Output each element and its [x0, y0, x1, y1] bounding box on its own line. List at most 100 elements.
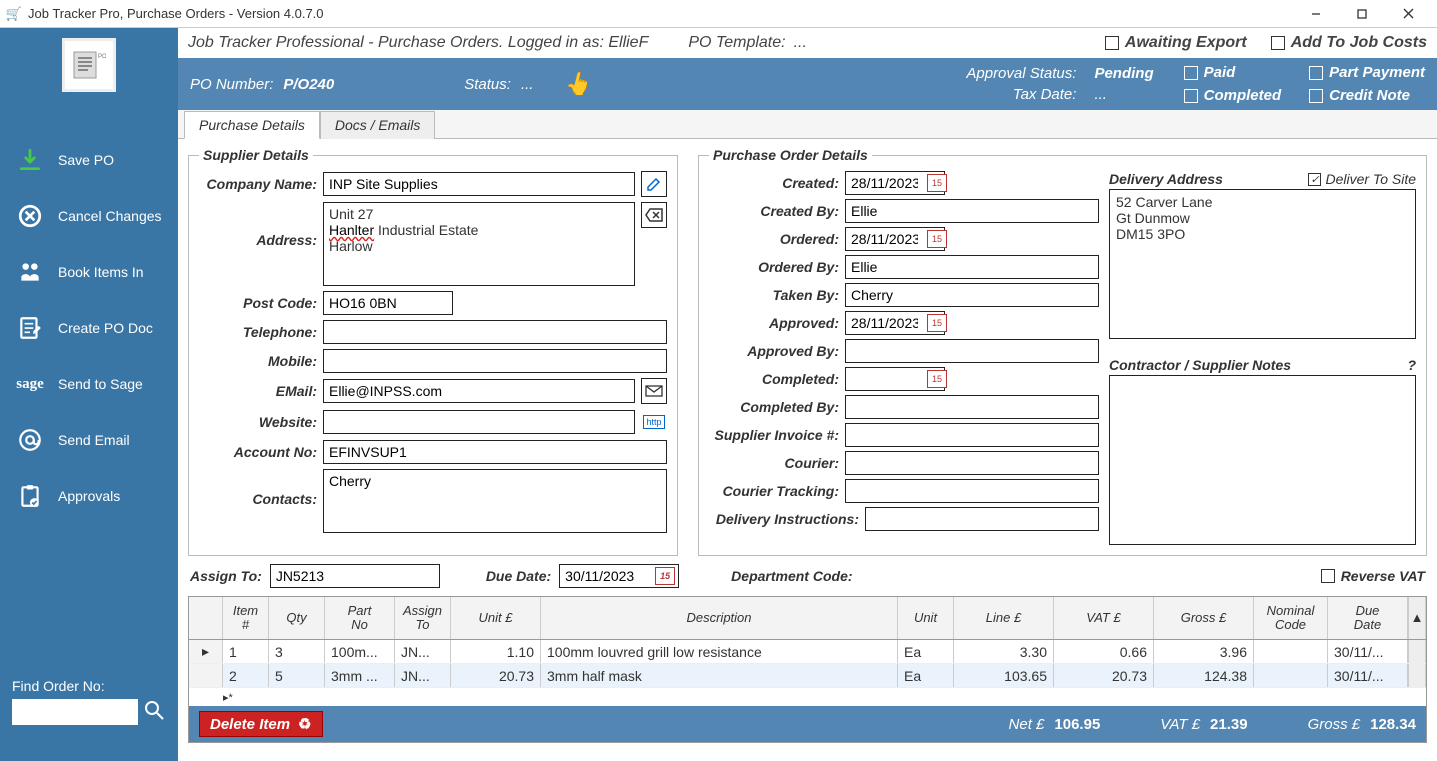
supinv-input[interactable] — [845, 423, 1099, 447]
sidebar-item-label: Approvals — [58, 488, 120, 504]
completed-label: Completed: — [709, 371, 839, 387]
created-input[interactable] — [845, 171, 945, 195]
col-item[interactable]: Item # — [223, 597, 269, 639]
completed-checkbox[interactable]: Completed — [1184, 87, 1282, 104]
awaiting-export-checkbox[interactable]: Awaiting Export — [1105, 34, 1247, 52]
createdby-label: Created By: — [709, 203, 839, 219]
col-due[interactable]: Due Date — [1328, 597, 1408, 639]
sidebar-item-send-to-sage[interactable]: sage Send to Sage — [0, 356, 178, 412]
approved-input[interactable] — [845, 311, 945, 335]
courier-input[interactable] — [845, 451, 1099, 475]
app-logo: PO — [62, 38, 116, 92]
clipboard-check-icon — [16, 482, 44, 510]
sidebar-item-send-email[interactable]: Send Email — [0, 412, 178, 468]
due-date-input[interactable] — [559, 564, 679, 588]
completed-input[interactable] — [845, 367, 945, 391]
scrollbar[interactable]: ▲ — [1408, 597, 1426, 639]
sidebar-item-book-items-in[interactable]: Book Items In — [0, 244, 178, 300]
col-vat[interactable]: VAT £ — [1054, 597, 1154, 639]
search-icon[interactable] — [142, 698, 166, 725]
clear-address-icon[interactable] — [641, 202, 667, 228]
col-unit-price[interactable]: Unit £ — [451, 597, 541, 639]
company-name-input[interactable] — [323, 172, 635, 196]
takenby-input[interactable] — [845, 283, 1099, 307]
email-icon[interactable] — [641, 378, 667, 404]
orderedby-label: Ordered By: — [709, 259, 839, 275]
minimize-button[interactable] — [1293, 0, 1339, 28]
new-row-marker[interactable]: ▸* — [189, 688, 1426, 706]
col-assign[interactable]: Assign To — [395, 597, 451, 639]
delivery-address-box[interactable]: 52 Carver Lane Gt Dunmow DM15 3PO — [1109, 189, 1416, 339]
completedby-input[interactable] — [845, 395, 1099, 419]
vat-value: 21.39 — [1210, 716, 1248, 733]
po-template-value[interactable]: ... — [794, 34, 807, 52]
col-line[interactable]: Line £ — [954, 597, 1054, 639]
sidebar: PO Save PO Cancel Changes Book Items In … — [0, 28, 178, 761]
mobile-input[interactable] — [323, 349, 667, 373]
address-input[interactable]: Unit 27 Hanlter Industrial Estate Harlow — [323, 202, 635, 286]
po-legend: Purchase Order Details — [709, 147, 872, 163]
sidebar-item-create-po-doc[interactable]: Create PO Doc — [0, 300, 178, 356]
col-unit[interactable]: Unit — [898, 597, 954, 639]
sidebar-item-save-po[interactable]: Save PO — [0, 132, 178, 188]
deliver-to-site-checkbox[interactable]: ✓ Deliver To Site — [1308, 171, 1416, 187]
sidebar-item-label: Create PO Doc — [58, 320, 153, 336]
cancel-icon — [16, 202, 44, 230]
maximize-button[interactable] — [1339, 0, 1385, 28]
approvedby-input[interactable] — [845, 339, 1099, 363]
header-bar: Job Tracker Professional - Purchase Orde… — [178, 28, 1437, 58]
takenby-label: Taken By: — [709, 287, 839, 303]
po-number-label: PO Number: — [190, 76, 273, 93]
postcode-input[interactable] — [323, 291, 453, 315]
col-description[interactable]: Description — [541, 597, 898, 639]
col-gross[interactable]: Gross £ — [1154, 597, 1254, 639]
table-row[interactable]: ▸ 1 3 100m... JN... 1.10 100mm louvred g… — [189, 640, 1426, 664]
contacts-input[interactable]: Cherry — [323, 469, 667, 533]
delete-item-button[interactable]: Delete Item ♻ — [199, 711, 323, 737]
website-input[interactable] — [323, 410, 635, 434]
at-icon — [16, 426, 44, 454]
tab-docs-emails[interactable]: Docs / Emails — [320, 111, 436, 139]
tab-purchase-details[interactable]: Purchase Details — [184, 111, 320, 139]
row-marker — [189, 664, 223, 687]
created-label: Created: — [709, 175, 839, 191]
find-order-input[interactable] — [12, 699, 138, 725]
assign-to-input[interactable] — [270, 564, 440, 588]
createdby-input[interactable] — [845, 199, 1099, 223]
hand-cursor-icon[interactable]: 👆 — [563, 71, 590, 97]
accountno-input[interactable] — [323, 440, 667, 464]
edit-company-icon[interactable] — [641, 171, 667, 197]
notes-help-icon[interactable]: ? — [1407, 357, 1416, 373]
ordered-label: Ordered: — [709, 231, 839, 247]
col-nominal[interactable]: Nominal Code — [1254, 597, 1328, 639]
find-order-label: Find Order No: — [12, 678, 166, 694]
close-button[interactable] — [1385, 0, 1431, 28]
contacts-label: Contacts: — [199, 469, 317, 507]
sidebar-item-cancel-changes[interactable]: Cancel Changes — [0, 188, 178, 244]
notes-box[interactable] — [1109, 375, 1416, 545]
track-input[interactable] — [845, 479, 1099, 503]
col-part[interactable]: Part No — [325, 597, 395, 639]
approval-status: Pending — [1094, 65, 1153, 82]
credit-note-checkbox[interactable]: Credit Note — [1309, 87, 1425, 104]
ordered-input[interactable] — [845, 227, 945, 251]
sidebar-item-approvals[interactable]: Approvals — [0, 468, 178, 524]
orderedby-input[interactable] — [845, 255, 1099, 279]
completedby-label: Completed By: — [709, 399, 839, 415]
add-to-job-costs-checkbox[interactable]: Add To Job Costs — [1271, 34, 1427, 52]
telephone-label: Telephone: — [199, 324, 317, 340]
telephone-input[interactable] — [323, 320, 667, 344]
col-qty[interactable]: Qty — [269, 597, 325, 639]
table-row[interactable]: 2 5 3mm ... JN... 20.73 3mm half mask Ea… — [189, 664, 1426, 688]
reverse-vat-checkbox[interactable]: Reverse VAT — [1321, 568, 1425, 584]
grid-header: Item # Qty Part No Assign To Unit £ Desc… — [189, 597, 1426, 640]
po-template-label: PO Template: — [688, 34, 785, 52]
http-icon[interactable]: http — [641, 409, 667, 435]
status-value: ... — [521, 76, 534, 93]
email-input[interactable] — [323, 379, 635, 403]
paid-checkbox[interactable]: Paid — [1184, 64, 1282, 81]
part-payment-checkbox[interactable]: Part Payment — [1309, 64, 1425, 81]
delivery-address-label: Delivery Address — [1109, 171, 1223, 187]
delinst-input[interactable] — [865, 507, 1099, 531]
status-label: Status: — [464, 76, 511, 93]
